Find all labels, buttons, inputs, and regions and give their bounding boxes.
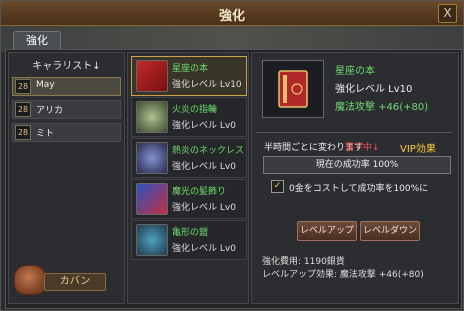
equipment-item[interactable]: 熱炎のネックレス 強化レベル Lv0 (131, 138, 247, 178)
equipment-name: 魔光の髪飾り (172, 187, 227, 197)
success-rate-bar: 現在の成功率 100% (263, 156, 451, 174)
character-name: ミト (36, 129, 55, 139)
window-title: 強化 (218, 9, 245, 24)
book-icon (136, 60, 168, 92)
equipment-level: 強化レベル Lv0 (172, 244, 236, 254)
bag-label: カバン (44, 273, 106, 291)
character-name: アリカ (36, 106, 64, 116)
equipment-name: 熱炎のネックレス (172, 146, 245, 156)
cost-checkbox[interactable]: ✓ (271, 180, 284, 193)
equipment-item[interactable]: 星座の本 強化レベル Lv10 (131, 56, 247, 96)
equipment-level: 強化レベル Lv0 (172, 121, 236, 131)
equipment-level: 強化レベル Lv0 (172, 203, 236, 213)
hair-ornament-icon (136, 183, 168, 215)
necklace-icon (136, 142, 168, 174)
book-icon (278, 70, 308, 108)
character-level: 28 (15, 125, 31, 140)
selected-item-level: 強化レベル Lv10 (335, 84, 413, 95)
character-list-header: キャラリスト↓ (32, 61, 101, 72)
character-row[interactable]: 28 アリカ (12, 100, 121, 119)
equipment-item[interactable]: 亀形の鎧 強化レベル Lv0 (131, 220, 247, 260)
vip-effect-link[interactable]: VIP効果 (400, 140, 436, 155)
ring-icon (136, 101, 168, 133)
tab-enhance[interactable]: 強化 (13, 31, 61, 50)
equipment-item[interactable]: 魔光の髪飾り 強化レベル Lv0 (131, 179, 247, 219)
equipment-level: 強化レベル Lv0 (172, 162, 236, 172)
level-up-button[interactable]: レベルアップ (297, 221, 357, 241)
armor-icon (136, 224, 168, 256)
rate-state: 落下中↓ (345, 143, 380, 153)
character-level: 28 (15, 79, 31, 94)
character-row[interactable]: 28 ミト (12, 123, 121, 142)
selected-item-name: 星座の本 (335, 66, 375, 77)
title-bar: 強化 X (1, 1, 463, 26)
bag-button[interactable]: カバン (14, 265, 110, 295)
close-button[interactable]: X (438, 4, 457, 23)
cost-checkbox-label: 0金をコストして成功率を100%に (289, 184, 429, 194)
enhance-cost: 強化費用: 1190銀貨 (262, 257, 345, 267)
equipment-name: 星座の本 (172, 64, 209, 74)
equipment-name: 火炎の指輪 (172, 105, 218, 115)
character-level: 28 (15, 102, 31, 117)
divider (256, 132, 452, 133)
character-row[interactable]: 28 May (12, 77, 121, 96)
selected-item-stat: 魔法攻撃 +46(+80) (335, 102, 429, 113)
equipment-level: 強化レベル Lv10 (172, 80, 242, 90)
level-down-button[interactable]: レベルダウン (360, 221, 420, 241)
equipment-name: 亀形の鎧 (172, 228, 209, 238)
equipment-item[interactable]: 火炎の指輪 強化レベル Lv0 (131, 97, 247, 137)
bag-icon (14, 265, 46, 295)
character-name: May (36, 80, 55, 90)
equipment-list-panel: 星座の本 強化レベル Lv10 火炎の指輪 強化レベル Lv0 熱炎のネックレス… (127, 52, 249, 304)
level-up-effect: レベルアップ効果: 魔法攻撃 +46(+80) (262, 270, 424, 280)
selected-item-icon (262, 60, 324, 118)
